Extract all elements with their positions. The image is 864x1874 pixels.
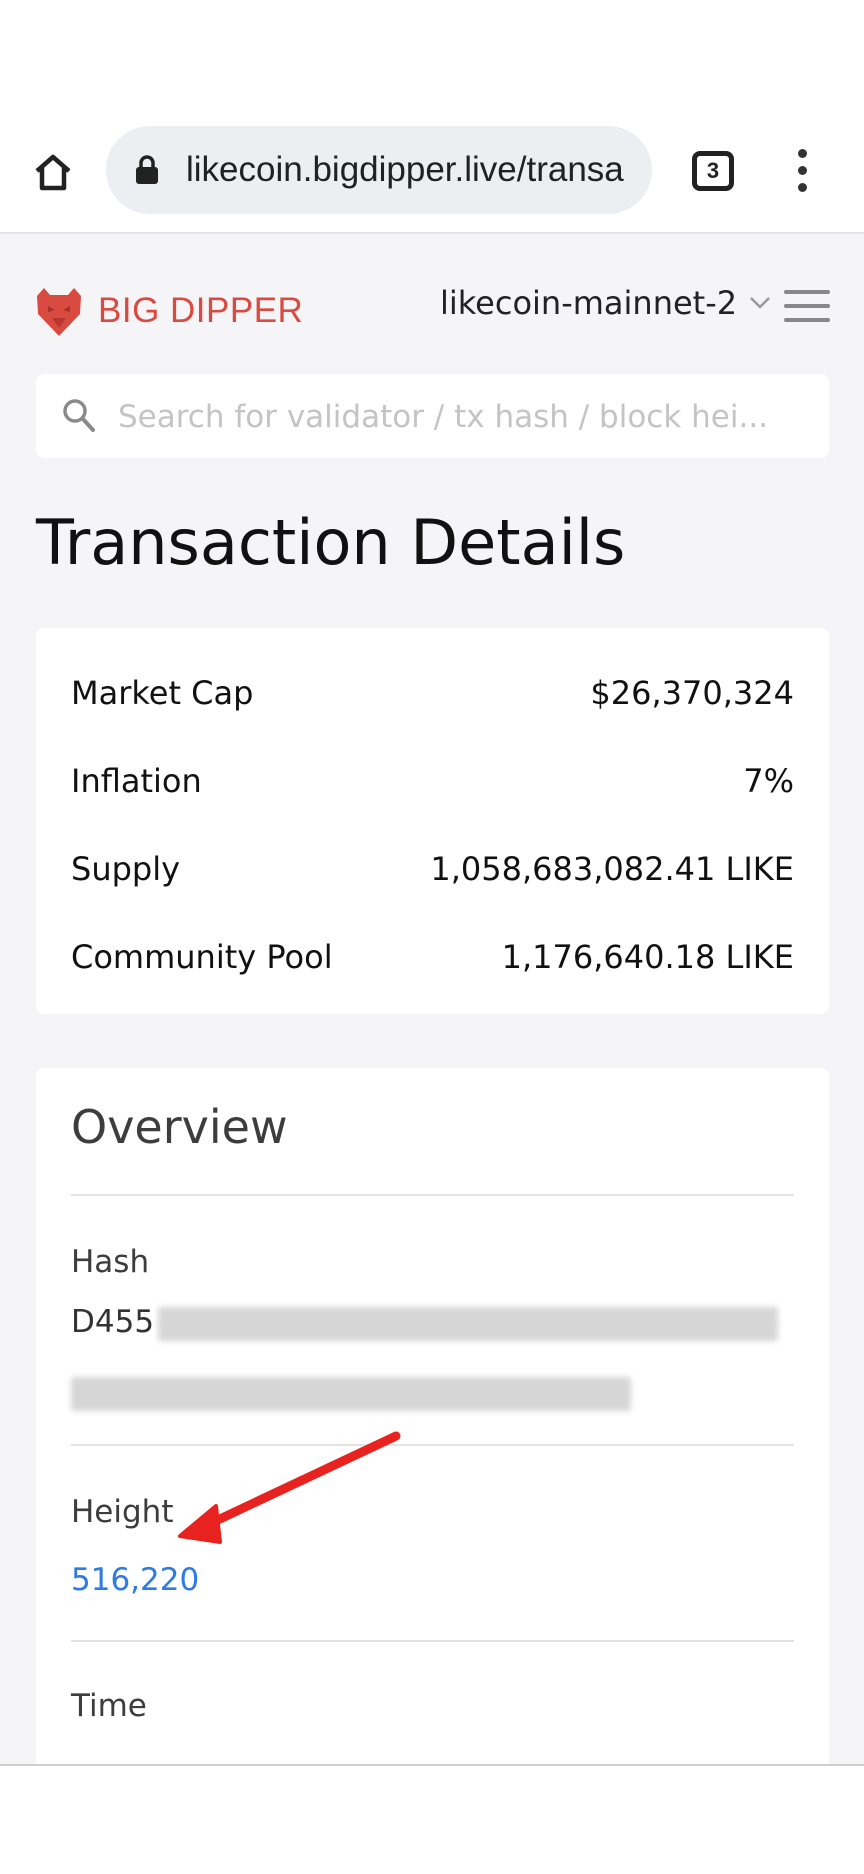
stat-label: Inflation	[71, 762, 202, 800]
stat-label: Market Cap	[71, 674, 254, 712]
search-icon	[63, 399, 95, 432]
hamburger-menu-icon[interactable]	[784, 290, 830, 332]
brand-name: BIG DIPPER	[98, 291, 304, 330]
hash-redacted-block	[158, 1306, 779, 1341]
block-height-link[interactable]: 516,220	[71, 1562, 199, 1598]
page-content: BIG DIPPER likecoin-mainnet-2 Transactio…	[0, 234, 864, 1764]
network-selector[interactable]: likecoin-mainnet-2	[440, 284, 771, 322]
network-name: likecoin-mainnet-2	[440, 284, 738, 322]
page-title: Transaction Details	[36, 506, 626, 579]
divider	[71, 1640, 794, 1642]
url-text: likecoin.bigdipper.live/transa	[186, 150, 624, 189]
browser-toolbar: likecoin.bigdipper.live/transa 3	[0, 115, 864, 234]
stat-row-supply: Supply 1,058,683,082.41 LIKE	[71, 844, 794, 894]
stat-label: Supply	[71, 850, 181, 888]
stat-value: 1,058,683,082.41 LIKE	[430, 850, 794, 888]
overview-card: Overview Hash D455 Height 516,220 Time	[36, 1068, 829, 1764]
annotation-arrow-icon	[178, 1431, 401, 1544]
hash-redacted-block	[71, 1376, 631, 1411]
home-icon	[35, 154, 71, 191]
search-bar	[36, 374, 829, 460]
bear-logo-icon	[37, 288, 81, 336]
stat-label: Community Pool	[71, 938, 333, 976]
stat-value: $26,370,324	[590, 674, 794, 712]
lock-icon	[136, 155, 158, 184]
stat-value: 1,176,640.18 LIKE	[501, 938, 794, 976]
chain-stats-card: Market Cap $26,370,324 Inflation 7% Supp…	[36, 628, 829, 1014]
stat-row-market-cap: Market Cap $26,370,324	[71, 668, 794, 718]
stat-row-inflation: Inflation 7%	[71, 756, 794, 806]
chevron-down-icon	[750, 297, 771, 309]
overview-title: Overview	[71, 1100, 288, 1154]
bottom-navigation-bar	[0, 1764, 864, 1874]
hash-visible-text: D455	[71, 1304, 155, 1340]
search-input[interactable]	[116, 374, 820, 460]
brand-logo[interactable]: BIG DIPPER	[34, 284, 303, 338]
time-label: Time	[71, 1688, 147, 1724]
divider	[71, 1194, 794, 1196]
status-bar	[0, 0, 864, 115]
stat-value: 7%	[743, 762, 794, 800]
home-button[interactable]	[26, 145, 80, 199]
more-options-icon[interactable]	[792, 149, 812, 195]
address-bar[interactable]: likecoin.bigdipper.live/transa	[106, 126, 652, 214]
hash-value-continued	[71, 1374, 631, 1411]
tab-switcher-button[interactable]: 3	[692, 151, 734, 191]
stat-row-community-pool: Community Pool 1,176,640.18 LIKE	[71, 932, 794, 982]
hash-value: D455	[71, 1304, 779, 1341]
hash-label: Hash	[71, 1244, 150, 1280]
